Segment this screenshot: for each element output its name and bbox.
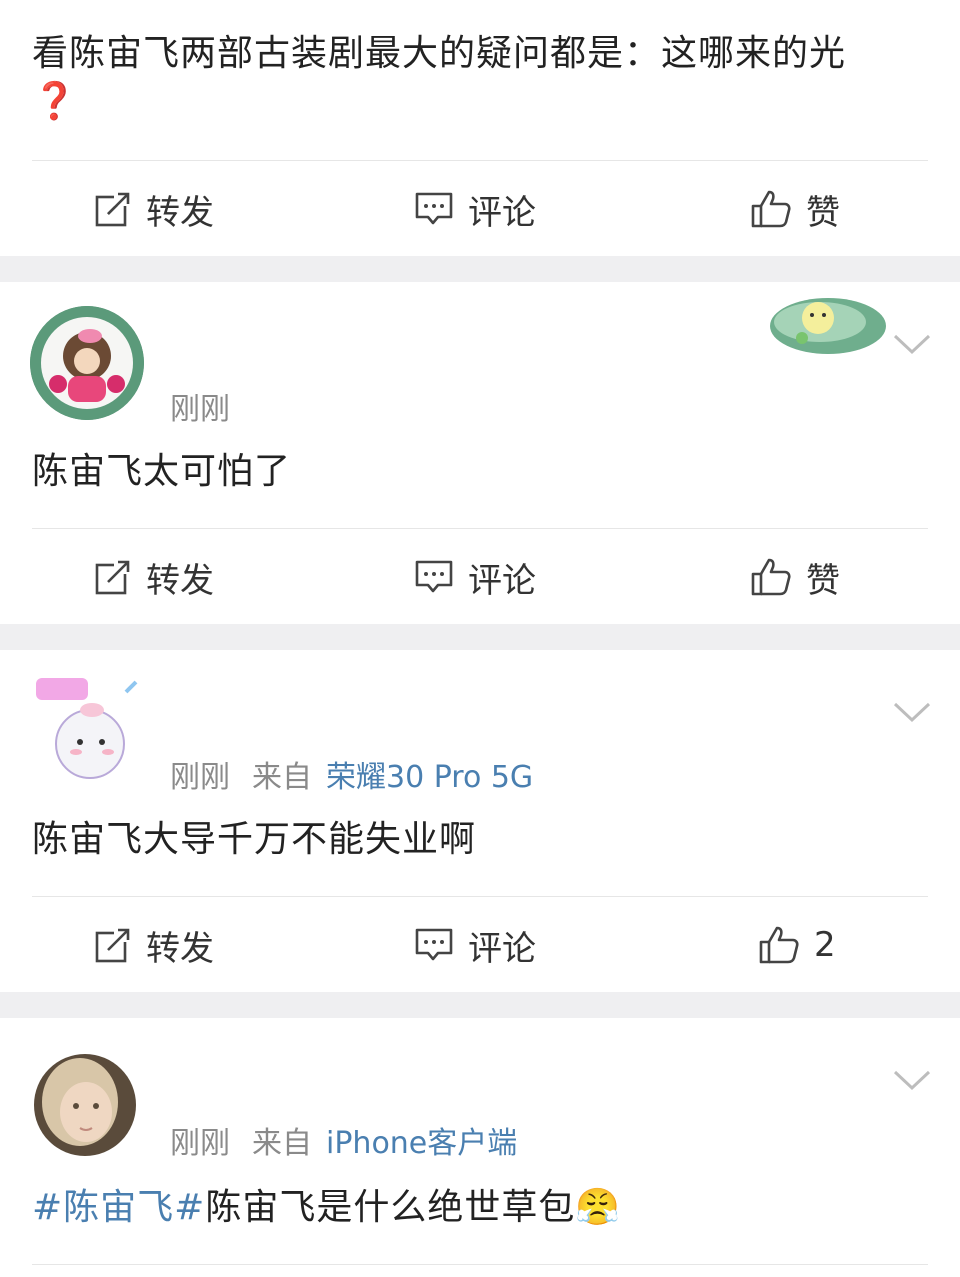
avatar[interactable]: [30, 672, 148, 790]
avatar-image: [30, 672, 148, 790]
repost-icon: [94, 190, 132, 228]
post-time: 刚刚: [170, 1126, 230, 1161]
repost-label: 转发: [146, 560, 214, 601]
like-label: 赞: [806, 560, 840, 601]
post-card-2: 刚刚 陈宙飞太可怕了 转发 评论 赞: [0, 282, 960, 624]
sticker-decoration: [768, 288, 888, 362]
post-card-4: 刚刚 来自 iPhone客户端 #陈宙飞#陈宙飞是什么绝世草包😤: [0, 1018, 960, 1277]
action-bar: 转发 评论 赞: [0, 530, 960, 624]
post-text: #陈宙飞#陈宙飞是什么绝世草包😤: [32, 1184, 621, 1232]
chevron-down-icon[interactable]: [892, 332, 932, 360]
comment-icon: [414, 926, 454, 964]
post-card-1: 看陈宙飞两部古装剧最大的疑问都是：这哪来的光 ❓ 转发 评论 赞: [0, 0, 960, 256]
comment-label: 评论: [468, 192, 536, 233]
comment-button[interactable]: 评论: [414, 530, 536, 624]
divider: [32, 1264, 928, 1265]
source-prefix: 来自: [252, 760, 312, 795]
repost-label: 转发: [146, 928, 214, 969]
repost-label: 转发: [146, 192, 214, 233]
repost-button[interactable]: 转发: [94, 162, 214, 256]
repost-button[interactable]: 转发: [94, 898, 214, 992]
device-link[interactable]: 荣耀30 Pro 5G: [326, 752, 533, 796]
like-count: 2: [814, 925, 836, 965]
post-meta: 刚刚 来自 iPhone客户端: [170, 1118, 517, 1162]
question-emoji: ❓: [32, 81, 78, 122]
comment-icon: [414, 558, 454, 596]
like-button[interactable]: 2: [758, 898, 836, 992]
post-text-body: 看陈宙飞两部古装剧最大的疑问都是：这哪来的光: [32, 33, 847, 74]
action-bar: 转发 评论 赞: [0, 162, 960, 256]
avatar[interactable]: [34, 1054, 136, 1156]
avatar[interactable]: [30, 306, 144, 420]
like-button[interactable]: 赞: [750, 530, 840, 624]
post-text-body: 陈宙飞是什么绝世草包: [205, 1187, 576, 1228]
topic-link[interactable]: #陈宙飞#: [32, 1187, 205, 1228]
repost-icon: [94, 558, 132, 596]
section-gap: [0, 992, 960, 1018]
device-link[interactable]: iPhone客户端: [326, 1118, 517, 1162]
post-source: 来自 荣耀30 Pro 5G: [252, 752, 533, 796]
divider: [32, 896, 928, 897]
section-gap: [0, 624, 960, 650]
avatar-image: [34, 1054, 136, 1156]
comment-label: 评论: [468, 928, 536, 969]
comment-label: 评论: [468, 560, 536, 601]
post-card-3: 刚刚 来自 荣耀30 Pro 5G 陈宙飞大导千万不能失业啊 转发 评论 2: [0, 650, 960, 992]
post-meta: 刚刚: [170, 384, 230, 428]
post-text: 陈宙飞大导千万不能失业啊: [32, 819, 477, 860]
post-text: 陈宙飞太可怕了: [32, 451, 292, 492]
thumbs-up-icon: [750, 189, 792, 229]
divider: [32, 528, 928, 529]
section-gap: [0, 256, 960, 282]
post-meta: 刚刚 来自 荣耀30 Pro 5G: [170, 752, 533, 796]
thumbs-up-icon: [750, 557, 792, 597]
post-time: 刚刚: [170, 392, 230, 427]
comment-button[interactable]: 评论: [414, 898, 536, 992]
like-label: 赞: [806, 192, 840, 233]
divider: [32, 160, 928, 161]
repost-button[interactable]: 转发: [94, 530, 214, 624]
post-time: 刚刚: [170, 760, 230, 795]
avatar-image: [30, 306, 144, 420]
chevron-down-icon[interactable]: [892, 700, 932, 728]
post-source: 来自 iPhone客户端: [252, 1118, 517, 1162]
comment-icon: [414, 190, 454, 228]
thumbs-up-icon: [758, 925, 800, 965]
comment-button[interactable]: 评论: [414, 162, 536, 256]
post-text: 看陈宙飞两部古装剧最大的疑问都是：这哪来的光 ❓: [32, 30, 932, 126]
repost-icon: [94, 926, 132, 964]
angry-emoji: 😤: [575, 1187, 622, 1228]
source-prefix: 来自: [252, 1126, 312, 1161]
chevron-down-icon[interactable]: [892, 1068, 932, 1096]
action-bar: 转发 评论 2: [0, 898, 960, 992]
like-button[interactable]: 赞: [750, 162, 840, 256]
